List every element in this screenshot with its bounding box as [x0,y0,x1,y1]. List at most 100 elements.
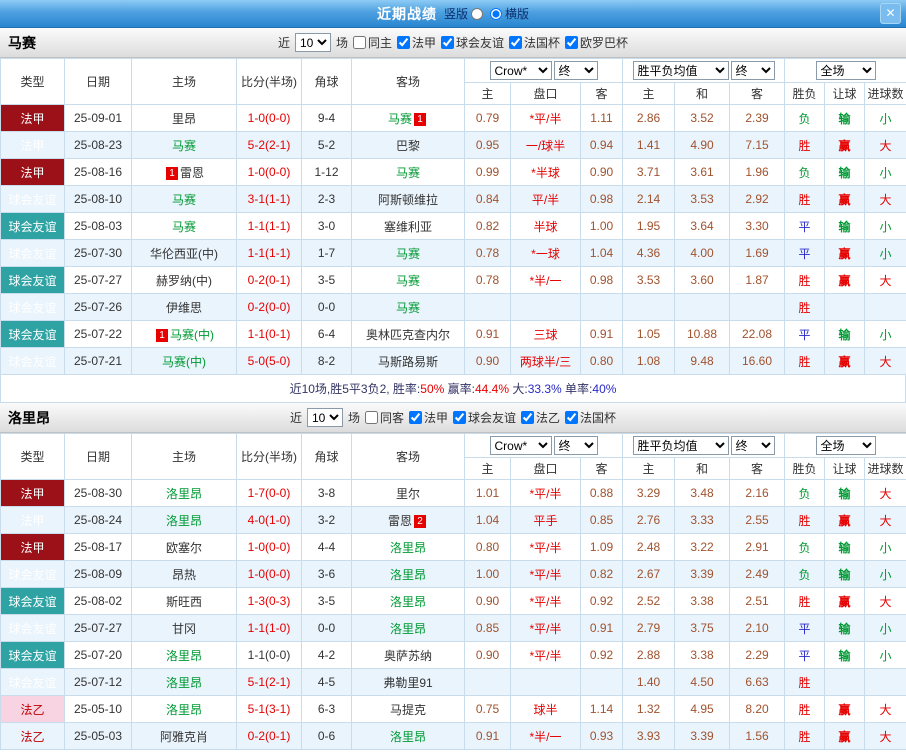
avg-draw: 3.38 [675,588,730,615]
odds-home: 1.01 [465,480,511,507]
match-date: 25-08-17 [65,534,132,561]
avg-home: 3.71 [623,159,675,186]
col-header-主场: 主场 [132,434,237,480]
result-handicap: 赢 [825,696,865,723]
result-handicap: 输 [825,213,865,240]
checkbox-法甲[interactable] [409,411,422,424]
match-row: 球会友谊25-07-20洛里昂1-1(0-0)4-2奥萨苏纳0.90*平/半0.… [1,642,906,669]
layout-horizontal-option[interactable]: 横版 [490,5,529,22]
odds-home: 1.04 [465,507,511,534]
summary-part: 近10场,胜5平3负2, 胜率: [290,382,421,396]
score: 5-1(3-1) [237,696,302,723]
match-type: 球会友谊 [1,561,65,588]
score: 4-0(1-0) [237,507,302,534]
filter-check-法国杯[interactable]: 法国杯 [509,34,560,51]
match-type: 法甲 [1,507,65,534]
filter-check-欧罗巴杯[interactable]: 欧罗巴杯 [565,34,628,51]
odds-away: 0.98 [581,267,623,294]
bookmaker-select[interactable]: Crow* [490,61,552,80]
filter-check-法乙[interactable]: 法乙 [521,409,560,426]
sub-col-header: 客 [581,458,623,480]
filter-check-法国杯[interactable]: 法国杯 [565,409,616,426]
horizontal-radio[interactable] [490,8,502,20]
match-row: 球会友谊25-07-12洛里昂5-1(2-1)4-5弗勒里911.404.506… [1,669,906,696]
avg-away: 2.29 [730,642,785,669]
checkbox-欧罗巴杯[interactable] [565,36,578,49]
checkbox-法国杯[interactable] [565,411,578,424]
checkbox-同客[interactable] [365,411,378,424]
corners: 0-0 [302,294,352,321]
odds-away: 0.82 [581,561,623,588]
avg-final-select[interactable]: 终 [731,436,775,455]
result-handicap: 赢 [825,132,865,159]
checkbox-同主[interactable] [353,36,366,49]
wdl-average-select[interactable]: 胜平负均值 [633,436,729,455]
result-handicap: 赢 [825,723,865,750]
team-name-text: 马提克 [390,703,426,717]
odds-away: 1.09 [581,534,623,561]
team-name-text: 马赛 [396,301,420,315]
rank-badge: 1 [414,113,426,126]
team-section-lorient: 洛里昂 近10场同客法甲球会友谊法乙法国杯 类型日期主场比分(半场)角球客场Cr… [0,403,906,750]
full-match-select[interactable]: 全场 [816,436,876,455]
filter-check-球会友谊[interactable]: 球会友谊 [453,409,516,426]
checkbox-法甲[interactable] [397,36,410,49]
col-header-客场: 客场 [352,434,465,480]
team-name-text: 欧塞尔 [166,541,202,555]
result-goals: 大 [865,480,906,507]
filter-check-法甲[interactable]: 法甲 [409,409,448,426]
filter-check-球会友谊[interactable]: 球会友谊 [441,34,504,51]
handicap: *平/半 [511,642,581,669]
result-handicap: 赢 [825,186,865,213]
result-wdl: 平 [785,615,825,642]
filter-check-同客[interactable]: 同客 [365,409,404,426]
result-handicap: 输 [825,561,865,588]
layout-vertical-option[interactable]: 竖版 [444,5,483,22]
avg-final-select[interactable]: 终 [731,61,775,80]
handicap: 半球 [511,213,581,240]
odds-home: 1.00 [465,561,511,588]
result-wdl: 胜 [785,132,825,159]
result-wdl: 胜 [785,723,825,750]
match-date: 25-08-24 [65,507,132,534]
close-icon[interactable]: ✕ [880,3,901,24]
home-team: 伊维思 [132,294,237,321]
filter-check-label: 法乙 [536,409,560,426]
match-type: 法乙 [1,696,65,723]
odds-final-select[interactable]: 终 [554,61,598,80]
bookmaker-select[interactable]: Crow* [490,436,552,455]
sub-col-header: 主 [623,83,675,105]
col-header-类型: 类型 [1,59,65,105]
corners: 3-5 [302,588,352,615]
avg-home: 3.53 [623,267,675,294]
checkbox-法乙[interactable] [521,411,534,424]
header-row-top: 类型日期主场比分(半场)角球客场Crow*终胜平负均值终全场 [1,59,906,83]
home-team: 洛里昂 [132,696,237,723]
filter-check-同主[interactable]: 同主 [353,34,392,51]
odds-home: 0.85 [465,615,511,642]
filter-check-法甲[interactable]: 法甲 [397,34,436,51]
wdl-average-select[interactable]: 胜平负均值 [633,61,729,80]
odds-away: 0.85 [581,507,623,534]
odds-home: 0.90 [465,348,511,375]
result-wdl: 胜 [785,186,825,213]
match-count-select[interactable]: 10 [295,33,331,52]
full-match-select[interactable]: 全场 [816,61,876,80]
away-team: 弗勒里91 [352,669,465,696]
checkbox-球会友谊[interactable] [441,36,454,49]
match-row: 法乙25-05-03阿雅克肖0-2(0-1)0-6洛里昂0.91*半/一0.93… [1,723,906,750]
match-count-select[interactable]: 10 [307,408,343,427]
checkbox-球会友谊[interactable] [453,411,466,424]
checkbox-法国杯[interactable] [509,36,522,49]
odds-away: 0.80 [581,348,623,375]
vertical-radio[interactable] [471,8,483,20]
match-row: 法甲25-08-17欧塞尔1-0(0-0)4-4洛里昂0.80*平/半1.092… [1,534,906,561]
odds-final-select[interactable]: 终 [554,436,598,455]
handicap: *平/半 [511,534,581,561]
corners: 6-3 [302,696,352,723]
handicap: 三球 [511,321,581,348]
sub-col-header: 让球 [825,83,865,105]
avg-group-header: 胜平负均值终 [623,434,785,458]
result-goals: 小 [865,240,906,267]
match-row: 球会友谊25-07-27甘冈1-1(1-0)0-0洛里昂0.85*平/半0.91… [1,615,906,642]
